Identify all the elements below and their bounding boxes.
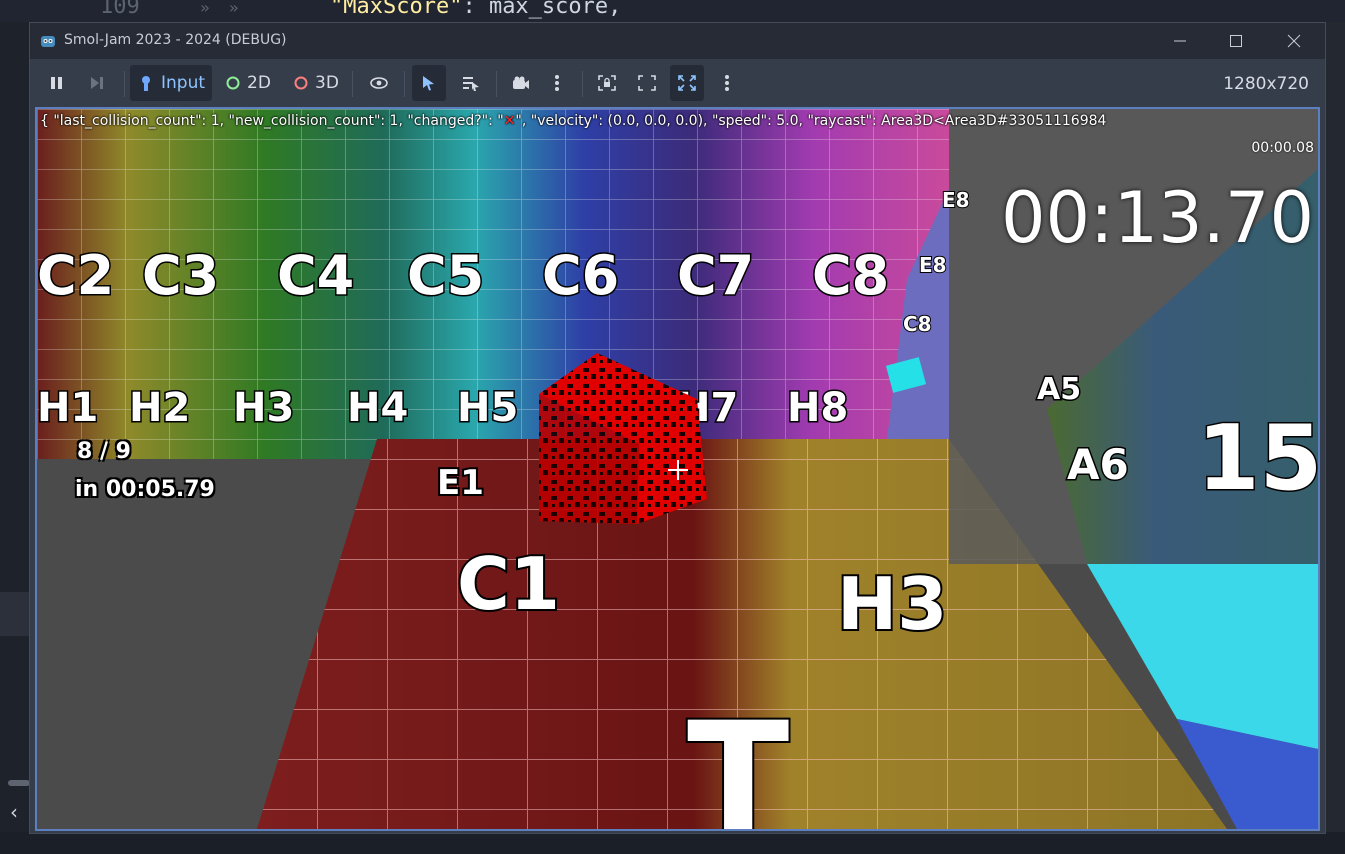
select-3d-button[interactable]: 3D bbox=[288, 65, 344, 101]
godot-icon bbox=[41, 36, 55, 47]
indent-arrows: » » bbox=[200, 0, 239, 17]
debug-prefix: { "last_collision_count": 1, "new_collis… bbox=[40, 113, 504, 129]
node3d-icon bbox=[294, 76, 308, 90]
toolbar-separator bbox=[404, 71, 405, 97]
wall-label: H4 bbox=[347, 385, 408, 431]
select-mode-button[interactable] bbox=[412, 65, 446, 101]
chevron-left-icon[interactable]: ‹ bbox=[10, 800, 18, 824]
editor-status-strip bbox=[0, 832, 1345, 854]
editor-right-edge bbox=[1326, 22, 1345, 832]
gutter-band bbox=[0, 592, 30, 636]
joystick-icon bbox=[141, 76, 150, 91]
split-time-label: in 00:05.79 bbox=[75, 477, 215, 502]
game-window: Smol-Jam 2023 - 2024 (DEBUG) Input 2D 3D… bbox=[29, 22, 1326, 834]
split-timer: 00:00.08 bbox=[1251, 140, 1314, 156]
wall-label: C5 bbox=[407, 244, 484, 307]
wall-label: C6 bbox=[542, 244, 619, 307]
right-label: 15 bbox=[1197, 406, 1318, 511]
editor-scrollbar[interactable] bbox=[8, 780, 30, 786]
changed-x-icon: ✕ bbox=[503, 113, 516, 129]
close-button[interactable] bbox=[1272, 29, 1316, 53]
editor-left-gutter bbox=[0, 22, 30, 832]
toolbar-separator bbox=[496, 71, 497, 97]
code-text: "MaxScore": max_score, bbox=[330, 0, 621, 19]
resolution-label: 1280x720 bbox=[1223, 74, 1309, 94]
debug-overlay-text: { "last_collision_count": 1, "new_collis… bbox=[40, 113, 1106, 129]
titlebar[interactable]: Smol-Jam 2023 - 2024 (DEBUG) bbox=[30, 23, 1325, 59]
floor-label: H3 bbox=[837, 562, 947, 646]
2d-label: 2D bbox=[247, 73, 271, 93]
list-select-icon bbox=[463, 77, 479, 91]
3d-label: 3D bbox=[315, 73, 339, 93]
toolbar-separator bbox=[582, 71, 583, 97]
cursor-arrow-icon bbox=[423, 76, 434, 91]
embed-options-button[interactable] bbox=[712, 65, 742, 101]
debug-suffix: ", "velocity": (0.0, 0.0, 0.0), "speed":… bbox=[515, 113, 1107, 129]
side-label: E8 bbox=[919, 253, 947, 277]
progress-counter: 8 / 9 bbox=[77, 439, 131, 464]
floor-label: T bbox=[687, 691, 789, 829]
close-icon bbox=[1287, 34, 1301, 48]
wall-label: C2 bbox=[37, 244, 114, 307]
toolbar-separator bbox=[352, 71, 353, 97]
code-rest: : max_score, bbox=[462, 0, 622, 19]
right-label: A6 bbox=[1067, 440, 1129, 489]
toolbar-separator bbox=[124, 71, 125, 97]
code-key: "MaxScore" bbox=[330, 0, 463, 19]
minimize-icon bbox=[1174, 40, 1186, 42]
camera-options-button[interactable] bbox=[542, 65, 572, 101]
fullscreen-icon bbox=[638, 75, 656, 91]
embed-lock-button[interactable] bbox=[590, 65, 624, 101]
more-vertical-icon bbox=[725, 75, 729, 91]
right-label: A5 bbox=[1037, 372, 1081, 407]
more-vertical-icon bbox=[555, 75, 559, 91]
visibility-button[interactable] bbox=[362, 65, 396, 101]
wall-label: C3 bbox=[142, 244, 219, 307]
list-select-button[interactable] bbox=[454, 65, 488, 101]
wall-label: H5 bbox=[457, 385, 518, 431]
frame-lock-icon bbox=[598, 75, 616, 91]
minimize-button[interactable] bbox=[1158, 29, 1202, 53]
eye-icon bbox=[370, 77, 388, 89]
game-toolbar: Input 2D 3D 1280x720 bbox=[30, 59, 1325, 107]
wall-label: H8 bbox=[787, 385, 848, 431]
pause-icon bbox=[51, 77, 62, 89]
wall-label: H2 bbox=[129, 385, 190, 431]
keep-aspect-button[interactable] bbox=[630, 65, 664, 101]
wall-label: C7 bbox=[677, 244, 754, 307]
input-toggle-button[interactable]: Input bbox=[130, 65, 212, 101]
wall-label: H1 bbox=[37, 385, 98, 431]
run-timer: 00:13.70 bbox=[1000, 177, 1314, 259]
wall-label: H3 bbox=[233, 385, 294, 431]
node2d-icon bbox=[226, 76, 240, 90]
background-code-line: 109 » » "MaxScore": max_score, bbox=[0, 0, 1345, 22]
side-label: E8 bbox=[942, 188, 970, 212]
pause-button[interactable] bbox=[42, 65, 72, 101]
floor-label: E1 bbox=[437, 463, 484, 503]
floor-label: C1 bbox=[457, 542, 560, 626]
window-title: Smol-Jam 2023 - 2024 (DEBUG) bbox=[64, 32, 287, 48]
next-frame-button[interactable] bbox=[82, 65, 112, 101]
maximize-icon bbox=[1230, 35, 1242, 47]
game-viewport[interactable]: C2 C3 C4 C5 C6 C7 C8 H1 H2 H3 H4 H5 H7 H… bbox=[35, 107, 1320, 831]
expand-icon bbox=[678, 75, 696, 91]
camera-override-button[interactable] bbox=[504, 65, 538, 101]
input-label: Input bbox=[160, 73, 206, 93]
step-forward-icon bbox=[91, 77, 103, 89]
maximize-button[interactable] bbox=[1214, 29, 1258, 53]
crosshair-icon bbox=[668, 460, 688, 480]
camera-icon bbox=[513, 76, 529, 89]
stretch-button[interactable] bbox=[670, 65, 704, 101]
side-label: C8 bbox=[903, 312, 932, 336]
line-number: 109 bbox=[100, 0, 140, 19]
wall-label: C8 bbox=[812, 244, 889, 307]
wall-label: C4 bbox=[277, 244, 354, 307]
select-2d-button[interactable]: 2D bbox=[220, 65, 276, 101]
